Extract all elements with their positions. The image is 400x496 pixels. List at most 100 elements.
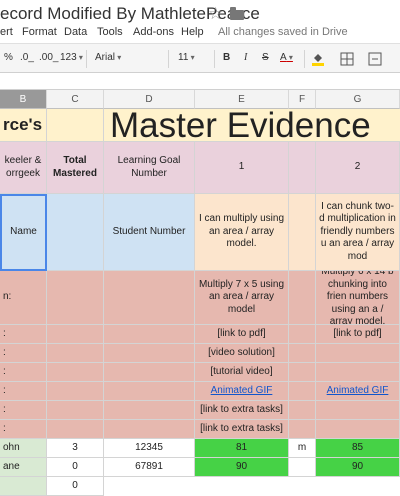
goal-1-video-solution[interactable]: [video solution] — [195, 344, 289, 363]
folder-icon[interactable] — [230, 7, 244, 20]
goal-2-video-solution[interactable] — [316, 344, 400, 363]
cell-f9[interactable] — [289, 401, 316, 420]
goal-1-extra-tasks-2[interactable]: [link to extra tasks] — [195, 420, 289, 439]
cell-f8[interactable] — [289, 382, 316, 401]
menu-help[interactable]: Help — [181, 26, 204, 38]
borders-icon[interactable] — [340, 52, 354, 66]
cell-f3[interactable] — [289, 194, 316, 271]
jane-total-mastered[interactable]: 0 — [47, 458, 104, 477]
jane-goal-1-score[interactable]: 90 — [195, 458, 289, 477]
goal-1-tutorial-video[interactable]: [tutorial video] — [195, 363, 289, 382]
student-name-john[interactable]: ohn — [0, 439, 47, 458]
cell-d10[interactable] — [104, 420, 195, 439]
font-dropdown[interactable]: Arial — [95, 52, 165, 63]
jane-goal-1-flag[interactable] — [289, 458, 316, 477]
row-label-question[interactable]: n: — [0, 271, 47, 325]
john-goal-2-score[interactable]: 85 — [316, 439, 400, 458]
fill-color-icon[interactable] — [311, 52, 325, 66]
cell-d8[interactable] — [104, 382, 195, 401]
column-header-g[interactable]: G — [316, 90, 400, 109]
goal-1-description[interactable]: I can multiply using an area / array mod… — [195, 194, 289, 271]
menu-insert[interactable]: ert — [0, 26, 13, 38]
goal-2-tutorial-video[interactable] — [316, 363, 400, 382]
row-label-video-solution[interactable]: : — [0, 344, 47, 363]
total-mastered-header[interactable]: Total Mastered — [47, 142, 104, 194]
goal-2-question[interactable]: Multiply 6 x 14 b chunking into frien nu… — [316, 271, 400, 325]
row-label-extra-2[interactable]: : — [0, 420, 47, 439]
cell-c4[interactable] — [47, 271, 104, 325]
goal-1-animated-gif-link[interactable]: Animated GIF — [211, 385, 273, 398]
cell-c1[interactable] — [47, 109, 104, 142]
john-goal-1-score[interactable]: 81 — [195, 439, 289, 458]
menu-format[interactable]: Format — [22, 26, 57, 38]
jane-goal-2-score[interactable]: 90 — [316, 458, 400, 477]
decrease-decimal-button[interactable]: .0_ — [20, 52, 34, 63]
row-label-tutorial[interactable]: : — [0, 363, 47, 382]
cell-f2[interactable] — [289, 142, 316, 194]
column-header-d[interactable]: D — [104, 90, 195, 109]
master-evidence-title[interactable]: Master Evidence — [104, 109, 400, 142]
goal-2-animated-gif-link[interactable]: Animated GIF — [327, 385, 389, 398]
row13-total-mastered[interactable]: 0 — [47, 477, 104, 496]
cell-f7[interactable] — [289, 363, 316, 382]
percent-button[interactable]: % — [4, 52, 13, 63]
number-format-dropdown[interactable]: 123 — [60, 52, 83, 63]
cell-c6[interactable] — [47, 344, 104, 363]
bold-button[interactable]: B — [223, 52, 230, 63]
cell-f5[interactable] — [289, 325, 316, 344]
learning-goal-number-header[interactable]: Learning Goal Number — [104, 142, 195, 194]
cell-c9[interactable] — [47, 401, 104, 420]
student-name-row13[interactable] — [0, 477, 47, 496]
cell-f6[interactable] — [289, 344, 316, 363]
strikethrough-button[interactable]: S — [262, 52, 269, 63]
menu-tools[interactable]: Tools — [97, 26, 123, 38]
row-label-pdf[interactable]: : — [0, 325, 47, 344]
formula-bar[interactable] — [0, 73, 400, 90]
menu-data[interactable]: Data — [64, 26, 87, 38]
cell-f10[interactable] — [289, 420, 316, 439]
cell-d4[interactable] — [104, 271, 195, 325]
italic-button[interactable]: I — [244, 52, 247, 63]
student-number-header[interactable]: Student Number — [104, 194, 195, 271]
goal-1-gif-cell[interactable]: Animated GIF — [195, 382, 289, 401]
goal-2-extra-tasks-1[interactable] — [316, 401, 400, 420]
cell-d6[interactable] — [104, 344, 195, 363]
column-header-f[interactable]: F — [289, 90, 316, 109]
column-header-c[interactable]: C — [47, 90, 104, 109]
goal-2-description[interactable]: I can chunk two-d multiplication in frie… — [316, 194, 400, 271]
john-total-mastered[interactable]: 3 — [47, 439, 104, 458]
john-student-number[interactable]: 12345 — [104, 439, 195, 458]
star-icon[interactable]: ☆ — [208, 4, 223, 24]
cell-c10[interactable] — [47, 420, 104, 439]
cell-d5[interactable] — [104, 325, 195, 344]
menu-addons[interactable]: Add-ons — [133, 26, 174, 38]
font-size-dropdown[interactable]: 11 — [178, 52, 195, 63]
goal-1-extra-tasks-1[interactable]: [link to extra tasks] — [195, 401, 289, 420]
jane-student-number[interactable]: 67891 — [104, 458, 195, 477]
john-goal-1-flag[interactable]: m — [289, 439, 316, 458]
goal-2-pdf-link[interactable]: [link to pdf] — [316, 325, 400, 344]
cell-d7[interactable] — [104, 363, 195, 382]
goal-1-pdf-link[interactable]: [link to pdf] — [195, 325, 289, 344]
goal-2-extra-tasks-2[interactable] — [316, 420, 400, 439]
cell-f4[interactable] — [289, 271, 316, 325]
row-label-gif[interactable]: : — [0, 382, 47, 401]
student-name-jane[interactable]: ane — [0, 458, 47, 477]
goal-2-gif-cell[interactable]: Animated GIF — [316, 382, 400, 401]
cell-c3[interactable] — [47, 194, 104, 271]
name-header-selected[interactable]: Name — [0, 194, 47, 271]
cell-d9[interactable] — [104, 401, 195, 420]
cell-c5[interactable] — [47, 325, 104, 344]
column-header-b[interactable]: B — [0, 90, 47, 109]
cell-c7[interactable] — [47, 363, 104, 382]
cell-b-teacher[interactable]: keeler & orrgeek — [0, 142, 47, 194]
row-label-extra-1[interactable]: : — [0, 401, 47, 420]
goal-1-number[interactable]: 1 — [195, 142, 289, 194]
goal-2-number[interactable]: 2 — [316, 142, 400, 194]
goal-1-question[interactable]: Multiply 7 x 5 using an area / array mod… — [195, 271, 289, 325]
cell-c8[interactable] — [47, 382, 104, 401]
column-header-e[interactable]: E — [195, 90, 289, 109]
cell-b-title[interactable]: rce's — [0, 109, 47, 142]
increase-decimal-button[interactable]: .00_ — [39, 52, 58, 63]
text-color-button[interactable]: A — [280, 52, 293, 63]
